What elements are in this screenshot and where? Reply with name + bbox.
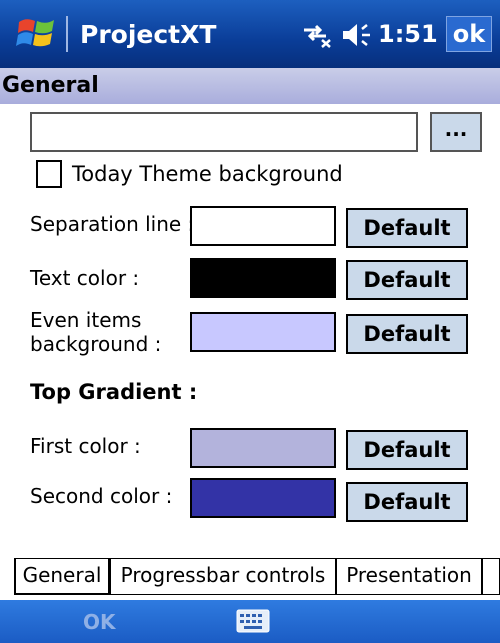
today-theme-label: Today Theme background [72,162,343,186]
tab-strip: General Progressbar controls Presentatio… [14,558,500,596]
tab-presentation[interactable]: Presentation [336,559,482,595]
tab-overflow[interactable] [482,559,500,595]
section-title: General [2,73,99,98]
today-theme-checkbox[interactable] [36,160,62,188]
text-color-label: Text color : [30,266,140,290]
even-items-label: Even items background : [30,308,190,356]
even-items-label-line2: background : [30,332,162,356]
volume-icon[interactable] [340,21,374,49]
separation-line-swatch[interactable] [190,206,336,246]
even-items-default-button[interactable]: Default [346,314,468,354]
browse-button[interactable]: ... [430,112,482,152]
softkey-ok[interactable]: OK [83,610,116,634]
separation-line-label: Separation line : [30,212,195,236]
text-color-swatch[interactable] [190,258,336,298]
section-header: General [0,68,500,104]
top-gradient-heading: Top Gradient : [30,380,198,404]
clock[interactable]: 1:51 [378,20,438,48]
softkey-bar: OK [0,600,500,643]
second-color-default-button[interactable]: Default [346,482,468,522]
tab-general[interactable]: General [14,559,110,595]
tab-progressbar-controls[interactable]: Progressbar controls [110,559,336,595]
first-color-swatch[interactable] [190,428,336,468]
even-items-label-line1: Even items [30,308,142,332]
second-color-label: Second color : [30,484,173,508]
second-color-swatch[interactable] [190,478,336,518]
title-ok-button[interactable]: ok [446,16,492,52]
text-color-default-button[interactable]: Default [346,260,468,300]
title-bar: ProjectXT 1:51 ok [0,0,500,68]
keyboard-icon[interactable] [236,608,270,634]
windows-start-icon[interactable] [16,14,60,52]
header-divider [0,104,500,107]
connectivity-icon[interactable] [300,20,334,48]
app-title: ProjectXT [80,20,217,49]
first-color-label: First color : [30,434,141,458]
title-separator [66,16,68,52]
background-path-input[interactable] [30,112,418,152]
first-color-default-button[interactable]: Default [346,430,468,470]
even-items-swatch[interactable] [190,312,336,352]
separation-default-button[interactable]: Default [346,208,468,248]
